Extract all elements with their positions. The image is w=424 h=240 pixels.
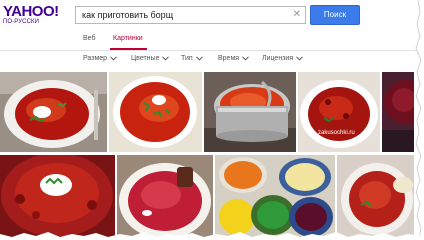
image-watermark: zakusochki.ru (318, 130, 355, 136)
chevron-down-icon (296, 56, 303, 61)
clear-icon[interactable]: ✕ (293, 8, 301, 22)
filter-color[interactable]: Цветные (131, 55, 170, 62)
tab-images[interactable]: Картинки (113, 35, 143, 42)
chevron-down-icon (110, 56, 117, 61)
filter-time-label: Время (218, 55, 240, 62)
logo-main-text: YAHOO! (3, 3, 59, 20)
image-result[interactable] (0, 72, 107, 152)
filter-time[interactable]: Время (218, 55, 249, 62)
image-result[interactable] (382, 72, 414, 152)
filter-size[interactable]: Размер (83, 55, 117, 62)
image-result[interactable] (215, 155, 335, 240)
filter-type[interactable]: Тип (181, 55, 203, 62)
image-result[interactable] (117, 155, 213, 240)
filter-bar: Размер Цветные Тип Время Лицензия (0, 52, 424, 68)
chevron-down-icon (195, 56, 203, 61)
image-result[interactable]: zakusochki.ru (298, 72, 380, 152)
chevron-down-icon (242, 56, 249, 61)
filter-size-label: Размер (83, 55, 108, 62)
filter-color-label: Цветные (131, 55, 160, 62)
image-result[interactable] (204, 72, 296, 152)
tab-web[interactable]: Веб (83, 35, 96, 42)
filter-license[interactable]: Лицензия (262, 55, 303, 62)
yahoo-logo[interactable]: YAHOO! ПО-РУССКИ (3, 3, 59, 27)
search-input[interactable] (82, 8, 282, 22)
active-tab-indicator (110, 48, 147, 50)
search-button[interactable]: Поиск (310, 5, 360, 25)
chevron-down-icon (162, 56, 170, 61)
image-result[interactable] (0, 155, 115, 240)
filter-license-label: Лицензия (262, 55, 294, 62)
image-result[interactable] (109, 72, 202, 152)
image-result[interactable] (337, 155, 414, 240)
image-results-grid: zakusochki.ru (0, 72, 424, 240)
filter-type-label: Тип (181, 55, 193, 62)
vertical-tabs: Веб Картинки (0, 30, 424, 51)
search-box: ✕ (75, 6, 306, 24)
